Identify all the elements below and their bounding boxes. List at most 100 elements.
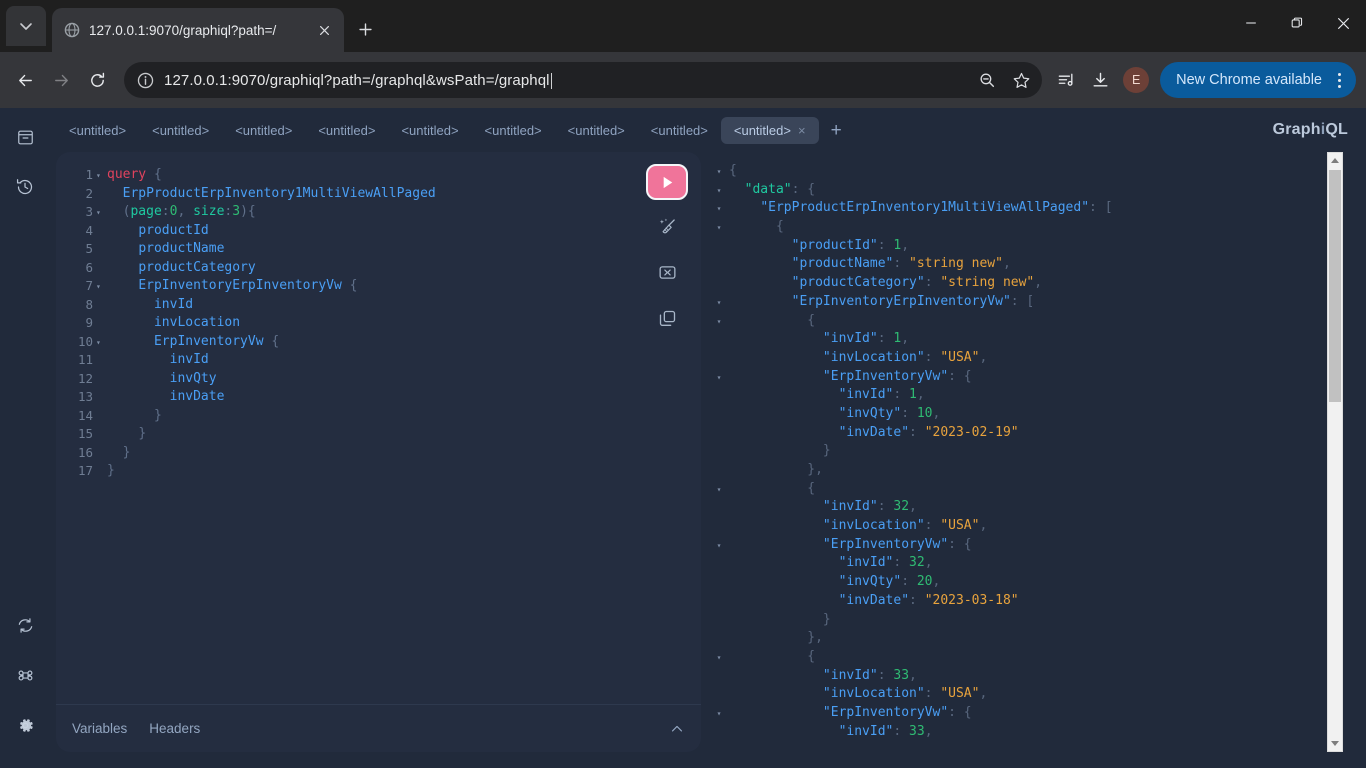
code-text: ErpInventoryErpInventoryVw {	[138, 278, 358, 293]
maximize-button[interactable]	[1274, 0, 1320, 46]
reload-button[interactable]	[80, 63, 114, 97]
sidebar-item-shortcuts[interactable]	[8, 658, 42, 692]
fold-toggle-icon[interactable]: ▾	[96, 166, 107, 185]
scrollbar-up-arrow[interactable]	[1328, 153, 1342, 168]
code-text: invLocation	[153, 315, 241, 330]
new-tab-button[interactable]	[350, 14, 380, 44]
fold-toggle-icon	[709, 611, 729, 630]
line-number: 3	[85, 204, 93, 219]
response-text: "data": {	[744, 181, 816, 197]
response-text: "ErpProductErpInventory1MultiViewAllPage…	[760, 200, 1113, 216]
fold-toggle-icon[interactable]: ▾	[709, 181, 729, 200]
chrome-update-button[interactable]: New Chrome available	[1160, 62, 1356, 98]
graphiql-tab[interactable]: <untitled>	[222, 117, 305, 144]
fold-toggle-icon	[96, 370, 107, 389]
graphiql-tab[interactable]: <untitled>	[305, 117, 388, 144]
info-circle-icon[interactable]	[132, 67, 158, 93]
graphiql-tab[interactable]: <untitled>	[388, 117, 471, 144]
sidebar-item-refetch[interactable]	[8, 608, 42, 642]
headers-tab[interactable]: Headers	[149, 721, 200, 736]
fold-toggle-icon	[709, 629, 729, 648]
fold-toggle-icon[interactable]: ▾	[96, 333, 107, 352]
fold-toggle-icon[interactable]: ▾	[709, 312, 729, 331]
bookmark-star-icon[interactable]	[1006, 65, 1036, 95]
merge-button[interactable]	[647, 252, 687, 292]
query-editor[interactable]: 1 ▾ query {2 ErpProductErpInventory1MultiV…	[56, 152, 701, 704]
tab-search-button[interactable]	[6, 6, 46, 46]
graphiql-tab[interactable]: <untitled>	[56, 117, 139, 144]
fold-toggle-icon	[709, 255, 729, 274]
fold-toggle-icon[interactable]: ▾	[709, 293, 729, 312]
scrollbar-thumb[interactable]	[1329, 170, 1341, 402]
fold-toggle-icon[interactable]: ▾	[709, 218, 729, 237]
code-text: invDate	[169, 389, 225, 404]
fold-toggle-icon[interactable]: ▾	[709, 162, 729, 181]
add-tab-button[interactable]: +	[819, 121, 854, 140]
line-number: 2	[85, 185, 93, 201]
response-line: ▾ {	[709, 218, 1366, 237]
fold-toggle-icon	[96, 240, 107, 259]
graphiql-tab[interactable]: <untitled>	[555, 117, 638, 144]
fold-toggle-icon[interactable]: ▾	[709, 199, 729, 218]
globe-icon	[64, 22, 81, 39]
close-window-button[interactable]	[1320, 0, 1366, 46]
media-control-button[interactable]	[1050, 64, 1082, 96]
graphiql-tab[interactable]: <untitled>	[472, 117, 555, 144]
refetch-icon	[18, 617, 32, 633]
response-line: }	[709, 611, 1366, 630]
tab-title: 127.0.0.1:9070/graphiql?path=/	[89, 22, 277, 38]
code-text: ErpProductErpInventory1MultiViewAllPaged	[122, 185, 436, 201]
close-icon[interactable]	[312, 18, 336, 42]
fold-toggle-icon	[96, 185, 107, 204]
address-bar[interactable]: 127.0.0.1:9070/graphiql?path=/graphql&ws…	[124, 62, 1043, 98]
query-line: 15 }	[56, 425, 701, 444]
fold-toggle-icon[interactable]: ▾	[709, 536, 729, 555]
response-line: ▾ "ErpInventoryErpInventoryVw": [	[709, 293, 1366, 312]
response-text: "invLocation": "USA",	[822, 349, 988, 365]
response-line: ▾ "ErpProductErpInventory1MultiViewAllPa…	[709, 199, 1366, 218]
minimize-button[interactable]	[1228, 0, 1274, 46]
response-scrollbar[interactable]	[1327, 152, 1343, 752]
sidebar-item-history[interactable]	[8, 170, 42, 204]
zoom-icon[interactable]	[972, 65, 1002, 95]
fold-toggle-icon[interactable]: ▾	[96, 203, 107, 222]
query-line: 7 ▾ ErpInventoryErpInventoryVw {	[56, 277, 701, 296]
fold-toggle-icon	[96, 259, 107, 278]
graphiql-tab-active[interactable]: <untitled> ×	[720, 116, 819, 144]
graphiql-tab[interactable]: <untitled>	[139, 117, 222, 144]
response-text: {	[729, 163, 737, 178]
fold-toggle-icon[interactable]: ▾	[709, 480, 729, 499]
prettify-button[interactable]	[647, 206, 687, 246]
kebab-menu-icon[interactable]	[1326, 67, 1352, 93]
collapse-editor-button[interactable]	[669, 721, 685, 737]
close-tab-icon[interactable]: ×	[798, 124, 806, 137]
fold-toggle-icon	[96, 351, 107, 370]
fold-toggle-icon	[96, 444, 107, 463]
fold-toggle-icon[interactable]: ▾	[96, 277, 107, 296]
tab-label: <untitled>	[69, 122, 127, 138]
graphiql-tab[interactable]: <untitled>	[638, 117, 721, 144]
fold-toggle-icon[interactable]: ▾	[709, 648, 729, 667]
back-button[interactable]	[8, 63, 42, 97]
sidebar-item-docs[interactable]	[8, 120, 42, 154]
copy-button[interactable]	[647, 298, 687, 338]
scrollbar-down-arrow[interactable]	[1328, 736, 1342, 751]
forward-button[interactable]	[44, 63, 78, 97]
query-line: 8 invId	[56, 296, 701, 315]
profile-avatar[interactable]: E	[1123, 67, 1150, 93]
response-viewer[interactable]: ▾{▾ "data": {▾ "ErpProductErpInventory1M…	[707, 152, 1366, 741]
download-icon	[1093, 72, 1108, 87]
sidebar-item-settings[interactable]	[8, 708, 42, 742]
execute-query-button[interactable]	[646, 164, 688, 200]
browser-tab[interactable]: 127.0.0.1:9070/graphiql?path=/	[52, 8, 344, 52]
downloads-button[interactable]	[1084, 64, 1116, 96]
response-line: "invLocation": "USA",	[709, 517, 1366, 536]
code-text: }	[153, 407, 162, 423]
fold-toggle-icon[interactable]: ▾	[709, 368, 729, 387]
reload-icon	[90, 72, 104, 87]
variables-tab[interactable]: Variables	[72, 721, 127, 736]
response-line: ▾ {	[709, 480, 1366, 499]
fold-toggle-icon[interactable]: ▾	[709, 704, 729, 723]
response-text: "ErpInventoryErpInventoryVw": [	[791, 293, 1035, 309]
response-text: },	[807, 630, 823, 646]
